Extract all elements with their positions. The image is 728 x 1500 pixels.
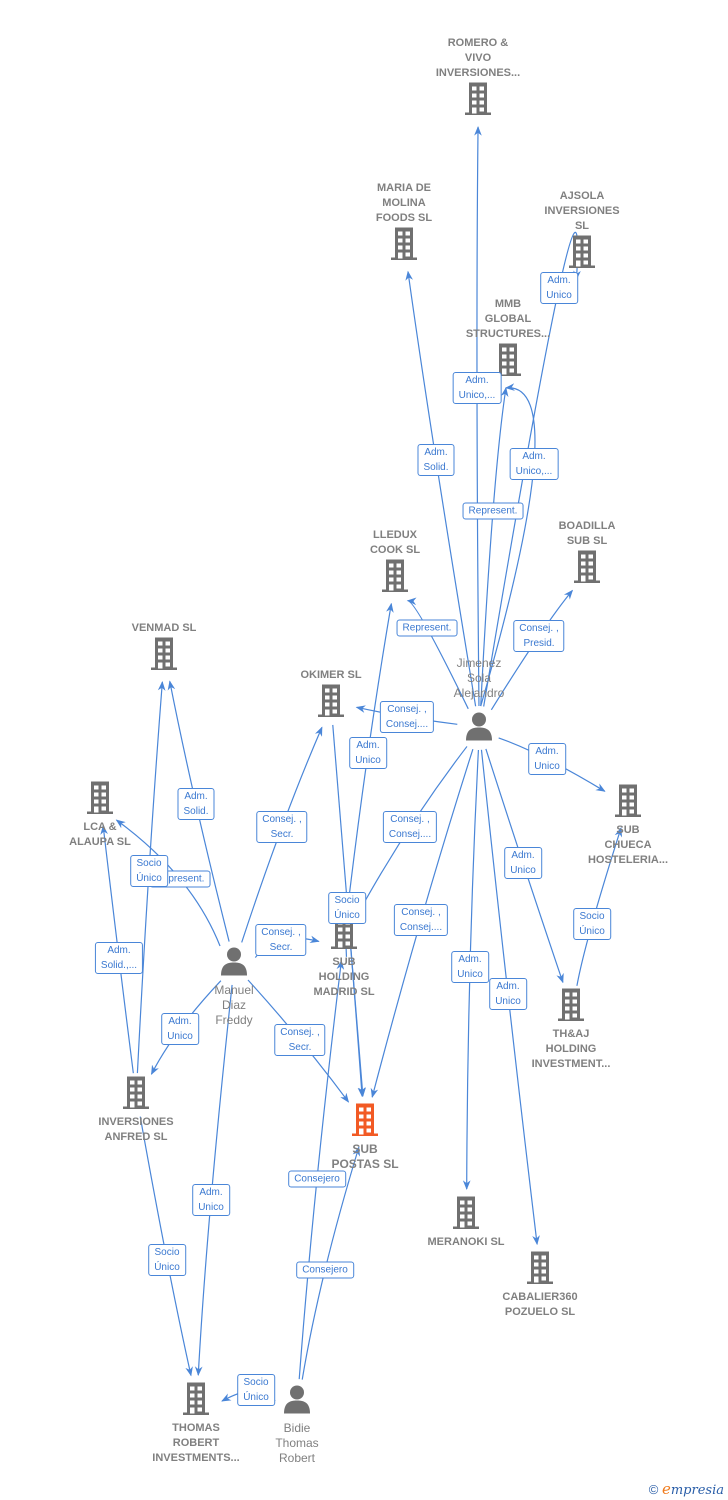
node-label-bidie[interactable]: Bidie Thomas Robert — [275, 1421, 318, 1466]
edge-label-consejero[interactable]: Consejero — [296, 1261, 354, 1279]
edge-label-represent[interactable]: Represent. — [462, 502, 524, 520]
node-label-lca[interactable]: LCA & ALAUPA SL — [69, 820, 131, 850]
brand-name: mpresia — [670, 1483, 724, 1498]
copyright-symbol: © — [648, 1482, 659, 1497]
node-label-venmad[interactable]: VENMAD SL — [132, 621, 197, 636]
edge-manuel-to-thomas[interactable] — [194, 984, 233, 1377]
edge-label-adm-unico[interactable]: Adm. Unico,... — [509, 448, 559, 480]
edge-label-consejero[interactable]: Consejero — [288, 1170, 346, 1188]
node-label-cabalier[interactable]: CABALIER360 POZUELO SL — [502, 1290, 577, 1320]
edge-label-adm-unico[interactable]: Adm. Unico — [349, 737, 387, 769]
edge-label-consej-secr[interactable]: Consej. , Secr. — [256, 811, 308, 843]
node-label-anfred[interactable]: INVERSIONES ANFRED SL — [98, 1115, 173, 1145]
edge-label-socio-nico[interactable]: Socio Único — [573, 908, 611, 940]
edge-label-adm-unico[interactable]: Adm. Unico — [451, 951, 489, 983]
edge-jimenez-to-romero[interactable] — [474, 126, 482, 707]
building-icon[interactable] — [614, 784, 642, 823]
person-icon[interactable] — [282, 1384, 312, 1419]
node-label-meranoki[interactable]: MERANOKI SL — [428, 1235, 505, 1250]
node-label-subholding[interactable]: SUB HOLDING MADRID SL — [313, 955, 374, 1000]
building-icon[interactable] — [182, 1382, 210, 1421]
edge-label-adm-unico[interactable]: Adm. Unico — [161, 1013, 199, 1045]
edge-label-socio-nico[interactable]: Socio Único — [130, 855, 168, 887]
edge-label-adm-unico[interactable]: Adm. Unico — [540, 272, 578, 304]
person-icon[interactable] — [464, 711, 494, 746]
edge-label-adm-unico[interactable]: Adm. Unico — [504, 847, 542, 879]
node-label-okimer[interactable]: OKIMER SL — [300, 668, 361, 683]
edge-label-adm-solid[interactable]: Adm. Solid.,... — [94, 942, 144, 974]
edge-label-consej-presid[interactable]: Consej. , Presid. — [513, 620, 565, 652]
building-icon[interactable] — [573, 550, 601, 589]
edge-label-adm-unico[interactable]: Adm. Unico — [528, 743, 566, 775]
edge-label-consej-secr[interactable]: Consej. , Secr. — [255, 924, 307, 956]
node-label-ajsola[interactable]: AJSOLA INVERSIONES SL — [544, 189, 619, 234]
edge-label-represent[interactable]: Represent. — [396, 619, 458, 637]
edge-label-consej-consej[interactable]: Consej. , Consej.... — [379, 701, 435, 733]
node-label-manuel[interactable]: Manuel Diaz Freddy — [214, 983, 253, 1028]
edge-label-socio-nico[interactable]: Socio Único — [237, 1374, 275, 1406]
node-label-boadilla[interactable]: BOADILLA SUB SL — [559, 519, 616, 549]
node-label-lledux[interactable]: LLEDUX COOK SL — [370, 528, 420, 558]
edge-label-adm-unico[interactable]: Adm. Unico — [192, 1184, 230, 1216]
node-label-thaj[interactable]: TH&AJ HOLDING INVESTMENT... — [532, 1027, 611, 1072]
building-icon[interactable] — [568, 235, 596, 274]
edge-label-adm-unico[interactable]: Adm. Unico — [489, 978, 527, 1010]
building-icon[interactable] — [390, 227, 418, 266]
building-icon[interactable] — [122, 1076, 150, 1115]
node-label-thomas[interactable]: THOMAS ROBERT INVESTMENTS... — [152, 1421, 239, 1466]
edge-label-consej-consej[interactable]: Consej. , Consej.... — [393, 904, 449, 936]
building-icon[interactable] — [317, 684, 345, 723]
building-icon[interactable] — [381, 559, 409, 598]
person-icon[interactable] — [219, 946, 249, 981]
empresia-footer[interactable]: © empresia — [649, 1480, 724, 1498]
node-label-subpostas[interactable]: SUB POSTAS SL — [331, 1142, 398, 1172]
node-label-subchueca[interactable]: SUB CHUECA HOSTELERIA... — [588, 823, 668, 868]
brand-initial: e — [661, 1480, 671, 1498]
edge-label-socio-nico[interactable]: Socio Único — [148, 1244, 186, 1276]
node-label-jimenez[interactable]: Jimenez Sola Alejandro — [454, 656, 505, 701]
edge-label-socio-nico[interactable]: Socio Único — [328, 892, 366, 924]
building-icon[interactable] — [452, 1196, 480, 1235]
building-icon[interactable] — [526, 1251, 554, 1290]
node-label-romero[interactable]: ROMERO & VIVO INVERSIONES... — [436, 36, 520, 81]
building-icon[interactable] — [557, 988, 585, 1027]
building-icon[interactable] — [464, 82, 492, 121]
edge-label-adm-solid[interactable]: Adm. Solid. — [177, 788, 215, 820]
building-icon[interactable] — [86, 781, 114, 820]
node-label-mmb[interactable]: MMB GLOBAL STRUCTURES... — [466, 297, 550, 342]
edge-label-consej-secr[interactable]: Consej. , Secr. — [274, 1024, 326, 1056]
edge-label-adm-unico[interactable]: Adm. Unico,... — [452, 372, 502, 404]
edge-label-adm-solid[interactable]: Adm. Solid. — [417, 444, 455, 476]
node-label-maria[interactable]: MARIA DE MOLINA FOODS SL — [376, 181, 432, 226]
edge-label-consej-consej[interactable]: Consej. , Consej.... — [382, 811, 438, 843]
building-icon[interactable] — [150, 637, 178, 676]
building-icon[interactable] — [351, 1103, 379, 1142]
